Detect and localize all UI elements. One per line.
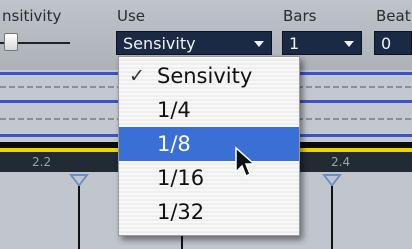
menu-item-1-4[interactable]: 1/4 bbox=[119, 93, 299, 127]
use-label: Use bbox=[117, 7, 146, 25]
mouse-pointer-icon bbox=[235, 146, 256, 178]
bars-dropdown-value: 1 bbox=[289, 34, 300, 53]
hitpoint-line bbox=[331, 186, 333, 249]
menu-item-label: 1/16 bbox=[157, 166, 205, 190]
bars-label: Bars bbox=[283, 7, 317, 25]
hitpoint-marker-inner bbox=[326, 176, 338, 184]
menu-item-1-32[interactable]: 1/32 bbox=[119, 195, 299, 229]
menu-item-1-16[interactable]: 1/16 bbox=[119, 161, 299, 195]
beats-dropdown-value: 0 bbox=[381, 34, 392, 53]
beats-dropdown[interactable]: 0 bbox=[374, 31, 412, 55]
sensitivity-slider-thumb[interactable] bbox=[4, 33, 18, 51]
chevron-down-icon bbox=[344, 41, 354, 47]
checkmark-icon: ✓ bbox=[129, 65, 145, 87]
use-dropdown-menu: ✓ Sensivity 1/4 1/8 1/16 1/32 bbox=[118, 56, 300, 236]
sensitivity-label: nsitivity bbox=[2, 7, 62, 25]
ruler-mark: 2.4 bbox=[331, 155, 351, 169]
menu-item-label: 1/8 bbox=[157, 132, 191, 156]
hitpoint-line bbox=[78, 186, 80, 249]
chevron-down-icon bbox=[254, 41, 264, 47]
menu-item-label: 1/4 bbox=[157, 98, 191, 122]
bars-dropdown[interactable]: 1 bbox=[282, 31, 362, 55]
menu-item-label: 1/32 bbox=[157, 200, 205, 224]
grid-line bbox=[181, 236, 183, 249]
menu-item-label: Sensivity bbox=[157, 64, 253, 88]
use-dropdown-value: Sensivity bbox=[123, 34, 196, 53]
ruler-mark: 2.2 bbox=[32, 155, 52, 169]
hitpoint-marker-inner bbox=[73, 176, 85, 184]
beats-label: Beat bbox=[376, 7, 411, 25]
use-dropdown[interactable]: Sensivity bbox=[116, 31, 272, 55]
menu-item-sensivity[interactable]: ✓ Sensivity bbox=[119, 59, 299, 93]
menu-item-1-8[interactable]: 1/8 bbox=[119, 127, 299, 161]
